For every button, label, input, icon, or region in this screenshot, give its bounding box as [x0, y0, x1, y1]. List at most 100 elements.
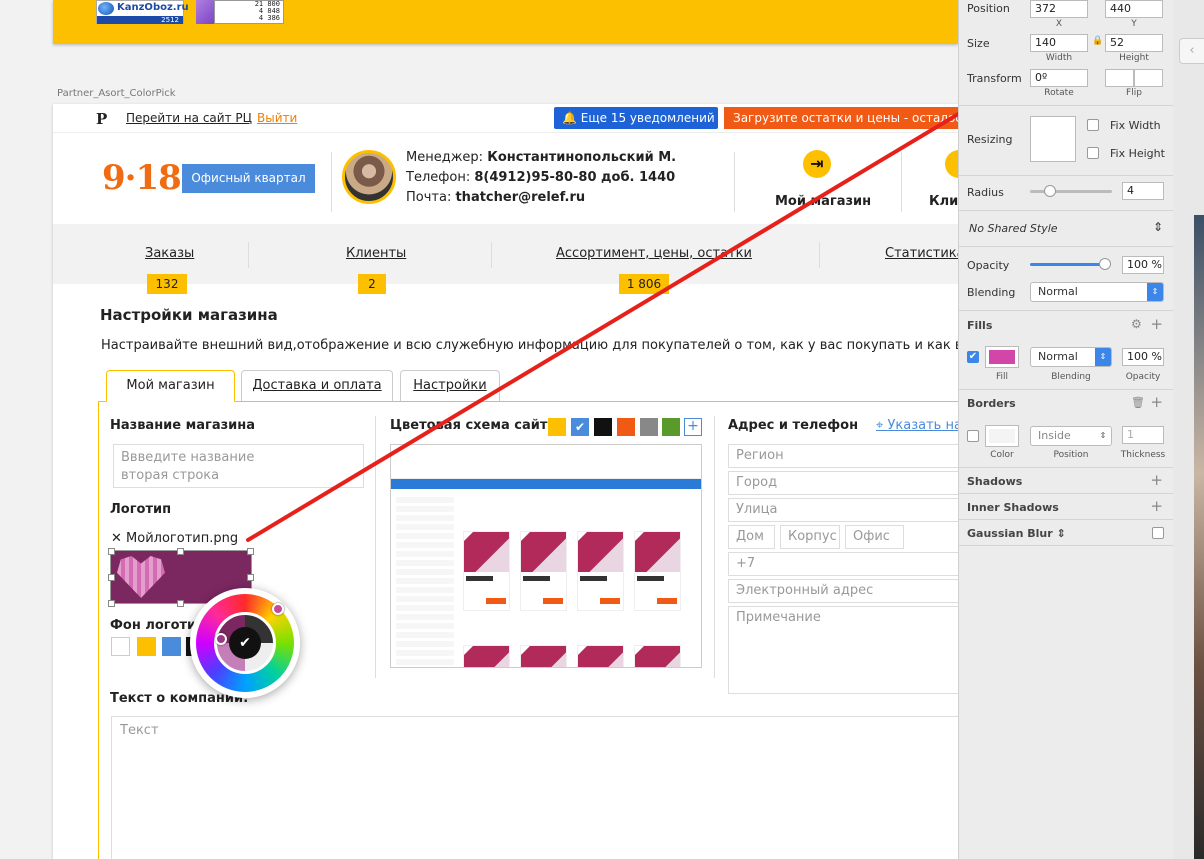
resizing-constraints-widget[interactable]	[1030, 116, 1076, 162]
remove-file-icon[interactable]: ✕	[111, 531, 126, 546]
fix-width-icon[interactable]	[1087, 119, 1099, 131]
nav-statistics[interactable]: Статистика	[885, 246, 958, 261]
updown-chevron-icon[interactable]: ⇕	[1153, 220, 1163, 234]
fill-color-chip	[989, 350, 1015, 364]
resize-handle[interactable]	[108, 574, 115, 581]
border-thickness-input[interactable]: 1	[1122, 426, 1164, 444]
gaussian-blur-select[interactable]: Gaussian Blur ⇕	[967, 527, 1066, 540]
radius-input[interactable]: 4	[1122, 182, 1164, 200]
kanzoboz-logo: KanzOboz.ru 2512	[96, 0, 189, 24]
border-color-well[interactable]	[985, 425, 1019, 447]
store-name-input[interactable]: Ввведите название вторая строка	[113, 444, 364, 488]
rotate-input[interactable]: 0º	[1030, 69, 1088, 87]
width-input[interactable]: 140	[1030, 34, 1088, 52]
shade-knob[interactable]	[215, 633, 227, 645]
divider	[901, 152, 902, 212]
city-input[interactable]: Город	[728, 471, 958, 495]
my-store-label[interactable]: Мой магазин	[775, 194, 871, 209]
add-shadow-icon[interactable]: +	[1150, 473, 1163, 488]
note-input[interactable]: Примечание	[728, 606, 958, 694]
region-input[interactable]: Регион	[728, 444, 958, 468]
tab-delivery[interactable]: Доставка и оплата	[241, 370, 393, 402]
radius-slider-knob[interactable]	[1044, 185, 1056, 197]
phone-line: Телефон: 8(4912)95-80-80 доб. 1440	[406, 170, 675, 185]
building-input[interactable]: Корпус	[780, 525, 840, 549]
show-on-map-link[interactable]: ⌖ Указать на	[876, 418, 958, 433]
clients-label[interactable]: Клие	[929, 194, 958, 209]
confirm-check-icon[interactable]: ✔	[229, 627, 261, 659]
height-input[interactable]: 52	[1105, 34, 1163, 52]
logo-bg-swatch-blue[interactable]	[162, 637, 181, 656]
phone-input[interactable]: +7	[728, 552, 958, 576]
hue-knob[interactable]	[272, 603, 284, 615]
opacity-slider-knob[interactable]	[1099, 258, 1111, 270]
shade-ring[interactable]: ✔	[214, 612, 276, 674]
resize-handle[interactable]	[177, 600, 184, 607]
flip-horizontal-button[interactable]	[1105, 69, 1134, 87]
border-enabled-checkbox[interactable]	[967, 430, 979, 442]
brand-logo[interactable]: 9·18	[102, 158, 182, 198]
fix-width-label[interactable]: Fix Width	[1110, 119, 1161, 132]
color-wheel-picker[interactable]: ✔	[190, 588, 300, 698]
house-input[interactable]: Дом	[728, 525, 775, 549]
fill-opacity-input[interactable]: 100 %	[1122, 348, 1164, 366]
radius-slider-track[interactable]	[1030, 190, 1112, 193]
street-input[interactable]: Улица	[728, 498, 958, 522]
gaussian-blur-checkbox[interactable]	[1152, 527, 1164, 539]
opacity-slider-track[interactable]	[1030, 263, 1106, 266]
tab-my-store[interactable]: Мой магазин	[106, 370, 235, 402]
flip-vertical-button[interactable]	[1134, 69, 1163, 87]
scheme-swatch-blue-selected[interactable]: ✔	[571, 418, 589, 436]
resize-handle[interactable]	[108, 600, 115, 607]
scheme-swatch-black[interactable]	[594, 418, 612, 436]
resize-handle[interactable]	[177, 548, 184, 555]
fix-height-icon[interactable]	[1087, 147, 1099, 159]
position-y-input[interactable]: 440	[1105, 0, 1163, 18]
goto-site-link[interactable]: Перейти на сайт РЦ	[126, 111, 252, 125]
scheme-swatch-gray[interactable]	[640, 418, 658, 436]
logo-bg-swatch-yellow[interactable]	[137, 637, 156, 656]
add-border-icon[interactable]: +	[1150, 395, 1163, 410]
logo-bg-swatch-white[interactable]	[111, 637, 130, 656]
office-button[interactable]: Офисный квартал	[182, 164, 315, 193]
shared-style-select[interactable]: No Shared Style	[969, 222, 1058, 235]
resize-handle[interactable]	[247, 548, 254, 555]
scheme-swatch-orange[interactable]	[617, 418, 635, 436]
notifications-button[interactable]: 🔔 Еще 15 уведомлений	[554, 107, 718, 129]
chevron-updown-icon: ⇕	[1147, 283, 1163, 301]
resizing-label: Resizing	[967, 133, 1013, 146]
blending-select[interactable]: Normal ⇕	[1030, 282, 1164, 302]
resize-handle[interactable]	[108, 548, 115, 555]
nav-clients[interactable]: Клиенты	[346, 246, 406, 261]
nav-assortment[interactable]: Ассортимент, цены, остатки	[556, 246, 752, 261]
office-input[interactable]: Офис	[845, 525, 904, 549]
collapse-panel-chevron-icon[interactable]: ‹	[1179, 38, 1204, 64]
add-scheme-icon[interactable]: +	[684, 418, 702, 436]
nav-orders[interactable]: Заказы	[145, 246, 194, 261]
lock-ratio-icon[interactable]: 🔒	[1092, 36, 1103, 46]
add-fill-icon[interactable]: +	[1150, 317, 1163, 332]
company-text-input[interactable]: Текст	[111, 716, 958, 859]
resize-handle[interactable]	[247, 574, 254, 581]
gear-icon[interactable]: ⚙	[1131, 317, 1142, 331]
store-enter-icon[interactable]: ⇥	[803, 150, 831, 178]
clients-icon[interactable]	[945, 150, 958, 178]
tab-settings[interactable]: Настройки	[400, 370, 500, 402]
exit-link[interactable]: Выйти	[257, 111, 297, 125]
scheme-swatch-yellow[interactable]	[548, 418, 566, 436]
opacity-input[interactable]: 100 %	[1122, 256, 1164, 274]
fill-blending-select[interactable]: Normal ⇕	[1030, 347, 1112, 367]
gaussian-blur-label: Gaussian Blur	[967, 527, 1053, 540]
add-inner-shadow-icon[interactable]: +	[1150, 499, 1163, 514]
fill-enabled-checkbox[interactable]: ✔	[967, 351, 979, 363]
upload-prices-button[interactable]: Загрузите остатки и цены - осталось	[724, 107, 958, 129]
fix-height-label[interactable]: Fix Height	[1110, 147, 1165, 160]
scheme-swatch-green[interactable]	[662, 418, 680, 436]
location-pin-icon: ⌖	[876, 418, 888, 433]
fill-color-well[interactable]	[985, 346, 1019, 368]
email-input[interactable]: Электронный адрес	[728, 579, 958, 603]
border-position-select[interactable]: Inside ⇕	[1030, 426, 1112, 446]
position-x-input[interactable]: 372	[1030, 0, 1088, 18]
trash-icon[interactable]: 🗑	[1131, 396, 1145, 409]
artboard-label[interactable]: Partner_Asort_ColorPick	[57, 88, 176, 99]
